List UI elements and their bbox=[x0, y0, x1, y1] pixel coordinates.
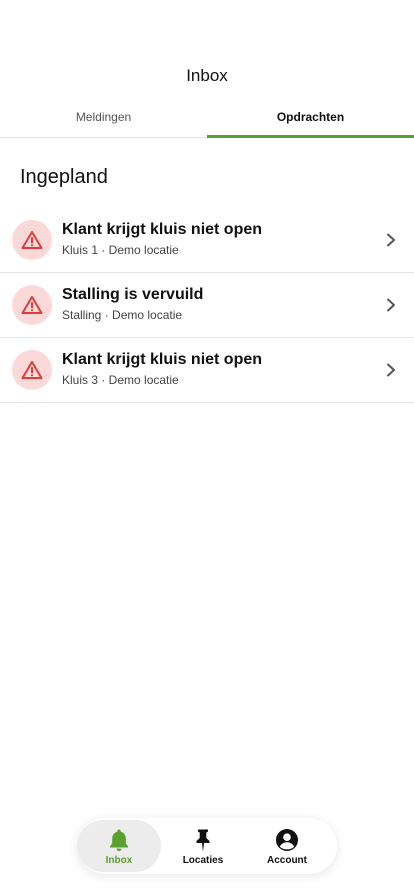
nav-item-locaties[interactable]: Locaties bbox=[161, 820, 245, 872]
section-title: Ingepland bbox=[20, 166, 108, 188]
tab-meldingen[interactable]: Meldingen bbox=[0, 104, 207, 137]
warning-triangle-icon bbox=[21, 231, 43, 249]
bottom-nav: Inbox Locaties Account bbox=[77, 818, 337, 874]
page-title: Inbox bbox=[186, 66, 228, 85]
chevron-right-icon bbox=[387, 298, 395, 312]
nav-label: Inbox bbox=[105, 854, 133, 866]
tab-opdrachten[interactable]: Opdrachten bbox=[207, 104, 414, 138]
list-item[interactable]: Stalling is vervuild Stalling · Demo loc… bbox=[0, 273, 414, 338]
alert-badge bbox=[12, 350, 52, 390]
inbox-screen: Inbox Meldingen Opdrachten Ingepland Kla… bbox=[0, 0, 414, 896]
bell-icon bbox=[110, 829, 128, 851]
tab-bar: Meldingen Opdrachten bbox=[0, 104, 414, 138]
account-icon bbox=[276, 828, 298, 851]
nav-label: Account bbox=[267, 854, 307, 866]
item-title: Klant krijgt kluis niet open bbox=[62, 221, 263, 238]
warning-triangle-icon bbox=[21, 296, 43, 314]
warning-triangle-icon bbox=[21, 361, 43, 379]
nav-label: Locaties bbox=[182, 854, 224, 866]
nav-item-inbox[interactable]: Inbox bbox=[77, 820, 161, 872]
item-subtitle: Kluis 1 · Demo locatie bbox=[62, 243, 179, 257]
header: Inbox bbox=[0, 66, 414, 86]
item-title: Klant krijgt kluis niet open bbox=[62, 351, 263, 368]
list-item[interactable]: Klant krijgt kluis niet open Kluis 3 · D… bbox=[0, 338, 414, 403]
item-subtitle: Stalling · Demo locatie bbox=[62, 308, 183, 322]
list-item[interactable]: Klant krijgt kluis niet open Kluis 1 · D… bbox=[0, 208, 414, 273]
pin-icon bbox=[196, 829, 210, 852]
chevron-right-icon bbox=[387, 363, 395, 377]
item-subtitle: Kluis 3 · Demo locatie bbox=[62, 373, 179, 387]
alert-badge bbox=[12, 285, 52, 325]
item-title: Stalling is vervuild bbox=[62, 286, 204, 303]
alert-badge bbox=[12, 220, 52, 260]
chevron-right-icon bbox=[387, 233, 395, 247]
nav-item-account[interactable]: Account bbox=[245, 820, 329, 872]
task-list: Klant krijgt kluis niet open Kluis 1 · D… bbox=[0, 208, 414, 403]
